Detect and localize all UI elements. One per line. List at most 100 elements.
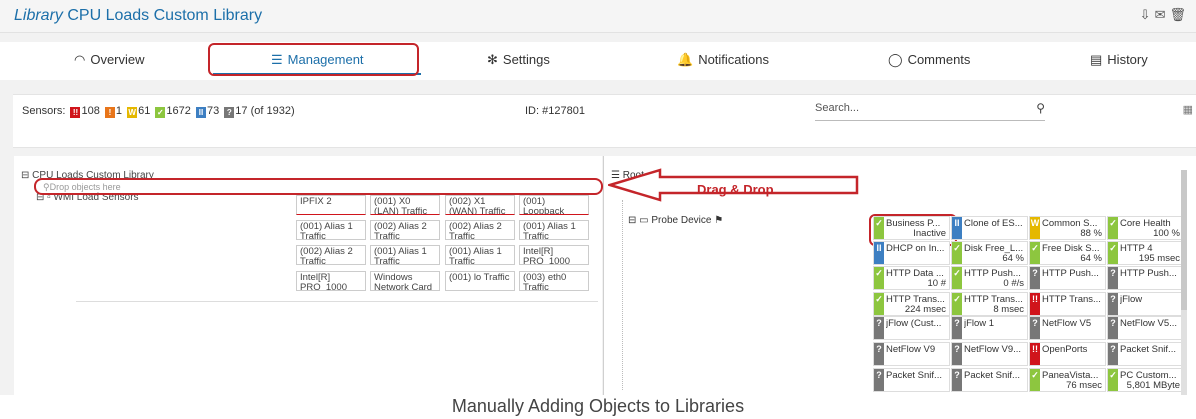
unknown-count[interactable]: 17 <box>235 105 247 117</box>
sensor-tile[interactable]: ? NetFlow V5 <box>1029 316 1106 340</box>
tile-value: 64 % <box>1002 253 1024 264</box>
sensor-cell[interactable]: (001) lo Traffic <box>445 271 515 291</box>
sensor-tile[interactable]: ? Packet Snif... <box>1107 342 1184 366</box>
sensor-summary: Sensors: !! 108 ! 1 W 61 ✓ 1672 II 73 ? 17 (of… <box>22 105 295 118</box>
up-status-icon[interactable]: ✓ <box>155 107 166 118</box>
sensor-cell[interactable]: Intel[R] PRO_1000 MT <box>519 245 589 265</box>
down-status-icon[interactable]: !! <box>70 107 81 118</box>
up-status-icon: ✓ <box>874 293 884 315</box>
sensor-tile[interactable]: ✓ Free Disk S... 64 % <box>1029 241 1106 265</box>
sensor-tile[interactable]: W Common S... 88 % <box>1029 216 1106 240</box>
sensor-cell[interactable]: (002) Alias 2 Traffic <box>445 220 515 240</box>
unknown-status-icon: ? <box>952 369 962 391</box>
tile-name: NetFlow V5 <box>1042 318 1092 329</box>
sensor-tile[interactable]: II DHCP on In... <box>873 241 950 265</box>
sensor-cell[interactable]: (001) Alias 1 Traffic <box>296 220 366 240</box>
paused-count[interactable]: 73 <box>207 105 219 117</box>
sensor-tile[interactable]: ✓ HTTP Push... 0 #/s <box>951 266 1028 290</box>
trash-icon[interactable]: 🗑 <box>1169 7 1190 22</box>
title-actions: ⇩✉🗑 <box>1140 7 1190 23</box>
tile-value: 195 msec <box>1138 253 1180 264</box>
sensor-cell[interactable]: (001) Alias 1 Traffic <box>370 245 440 265</box>
scrollbar-thumb[interactable] <box>1181 170 1187 310</box>
sensor-tile[interactable]: ? jFlow <box>1107 292 1184 316</box>
mail-icon[interactable]: ✉ <box>1155 7 1170 22</box>
gauge-icon: ◠ <box>74 52 86 67</box>
total-count: (of 1932) <box>250 105 295 117</box>
up-status-icon: ✓ <box>1030 369 1040 391</box>
sensor-cell[interactable]: Intel[R] PRO_1000 MT <box>296 271 366 291</box>
sensor-cell[interactable]: (001) Alias 1 Traffic <box>519 220 589 240</box>
sensor-tile[interactable]: ✓ Disk Free_L... 64 % <box>951 241 1028 265</box>
up-status-icon: ✓ <box>1108 369 1118 391</box>
sensor-tile[interactable]: !! HTTP Trans... <box>1029 292 1106 316</box>
sensor-tile[interactable]: ✓ HTTP Data ... 10 # <box>873 266 950 290</box>
sensor-cell[interactable]: (003) eth0 Traffic <box>519 271 589 291</box>
tile-name: Packet Snif... <box>886 370 942 381</box>
partial-status-icon[interactable]: ! <box>104 107 115 118</box>
sensor-tile[interactable]: ? Packet Snif... <box>873 368 950 392</box>
tab-overview[interactable]: ◠ Overview <box>74 52 145 68</box>
collapse-icon[interactable]: ⊟ ▭ <box>628 215 651 226</box>
tile-name: jFlow <box>1120 294 1143 305</box>
sensor-tile[interactable]: ✓ HTTP Trans... 224 msec <box>873 292 950 316</box>
sensor-tile[interactable]: ? NetFlow V5... <box>1107 316 1184 340</box>
sensor-cell[interactable]: IPFIX 2 <box>296 195 366 215</box>
tile-value: 76 msec <box>1066 380 1102 391</box>
tile-value: 64 % <box>1080 253 1102 264</box>
tab-history[interactable]: ▤ History <box>1090 52 1148 68</box>
sensor-cell[interactable]: (002) X1 (WAN) Traffic <box>445 195 515 215</box>
partial-count[interactable]: 1 <box>116 105 122 117</box>
sensor-cell[interactable]: (002) Alias 2 Traffic <box>370 220 440 240</box>
sensor-tile[interactable]: ? jFlow (Cust... <box>873 316 950 340</box>
tile-name: jFlow (Cust... <box>886 318 942 329</box>
sensor-cell[interactable]: (001) X0 (LAN) Traffic <box>370 195 440 215</box>
down-status-icon: !! <box>1030 343 1040 365</box>
sensor-tile[interactable]: ? Packet Snif... <box>951 368 1028 392</box>
sensor-tile[interactable]: ✓ Core Health 100 % <box>1107 216 1184 240</box>
tile-value: 88 % <box>1080 228 1102 239</box>
search-icon[interactable]: ⚲ <box>1036 101 1045 115</box>
up-status-icon: ✓ <box>1030 242 1040 264</box>
sensor-tile[interactable]: ✓ Business P... Inactive <box>873 216 950 240</box>
sensor-cell[interactable]: (001) Alias 1 Traffic <box>445 245 515 265</box>
tab-bar: ◠ Overview ☰ Management ✻ Settings 🔔 Notific… <box>0 42 1196 80</box>
warning-status-icon[interactable]: W <box>127 107 138 118</box>
sensor-tile[interactable]: ? NetFlow V9 <box>873 342 950 366</box>
tab-settings[interactable]: ✻ Settings <box>487 52 550 68</box>
probe-device-node[interactable]: ⊟ ▭ Probe Device ⚑ <box>628 215 723 226</box>
tile-name: Packet Snif... <box>1120 344 1176 355</box>
sensor-tile[interactable]: ✓ HTTP 4 195 msec <box>1107 241 1184 265</box>
search-input[interactable]: Search... <box>815 102 859 114</box>
sensor-cell[interactable]: Windows Network Card <box>370 271 440 291</box>
sensor-tile[interactable]: ? NetFlow V9... <box>951 342 1028 366</box>
sensor-tile[interactable]: ? jFlow 1 <box>951 316 1028 340</box>
sensor-tile[interactable]: II Clone of ES... <box>951 216 1028 240</box>
warning-count[interactable]: 61 <box>138 105 150 117</box>
sensor-cell[interactable]: (002) Alias 2 Traffic <box>296 245 366 265</box>
down-count[interactable]: 108 <box>81 105 99 117</box>
unknown-status-icon[interactable]: ? <box>224 107 235 118</box>
tab-notifications[interactable]: 🔔 Notifications <box>677 52 769 68</box>
tile-value: 100 % <box>1153 228 1180 239</box>
tile-value: 5,801 MByte <box>1126 380 1180 391</box>
tab-comments[interactable]: ◯ Comments <box>888 52 970 68</box>
sensor-tile[interactable]: ✓ PC Custom... 5,801 MByte <box>1107 368 1184 392</box>
tile-name: DHCP on In... <box>886 243 945 254</box>
management-highlight <box>208 43 419 76</box>
sensor-cell[interactable]: (001) Loopback Pseudo- <box>519 195 589 215</box>
sensor-tile[interactable]: !! OpenPorts <box>1029 342 1106 366</box>
paused-status-icon: II <box>952 217 962 239</box>
sensor-tile[interactable]: ? HTTP Push... <box>1107 266 1184 290</box>
up-count[interactable]: 1672 <box>166 105 190 117</box>
flag-icon[interactable]: ⚑ <box>714 215 723 226</box>
drag-drop-label: Drag & Drop <box>697 182 774 197</box>
sensor-tile[interactable]: ? HTTP Push... <box>1029 266 1106 290</box>
export-icon[interactable]: ⇩ <box>1140 7 1155 22</box>
sensor-tile[interactable]: ✓ HTTP Trans... 8 msec <box>951 292 1028 316</box>
paused-status-icon[interactable]: II <box>195 107 206 118</box>
qr-code-icon[interactable]: ▦ <box>1183 103 1193 116</box>
search-box[interactable]: Search... ⚲ <box>815 101 1045 121</box>
sensor-tile[interactable]: ✓ PaneaVista... 76 msec <box>1029 368 1106 392</box>
comment-icon: ◯ <box>888 52 903 67</box>
